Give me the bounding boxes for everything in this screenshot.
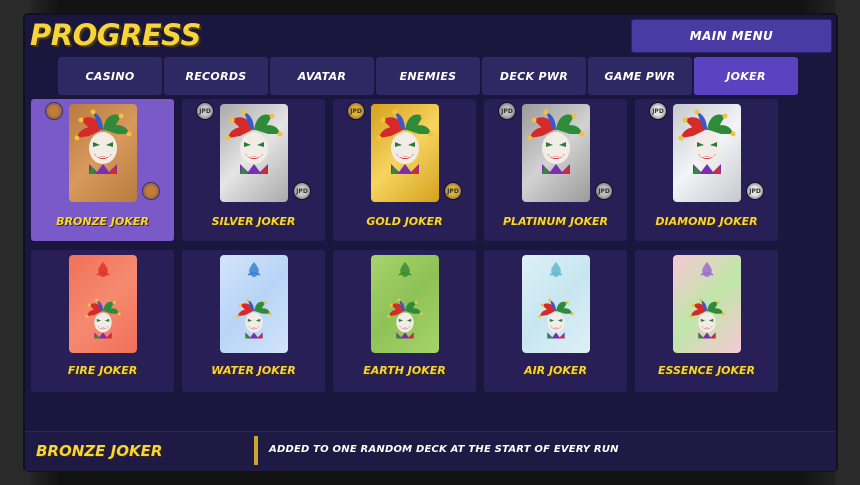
joker-card-label: AIR JOKER — [524, 364, 587, 377]
air-icon — [546, 261, 566, 279]
platinum-joker-card-image — [522, 104, 590, 202]
joker-card-label: BRONZE JOKER — [56, 215, 149, 228]
joker-card-label: GOLD JOKER — [366, 215, 443, 228]
selected-joker-description: ADDED TO ONE RANDOM DECK AT THE START OF… — [269, 444, 619, 455]
selected-joker-name: BRONZE JOKER — [36, 442, 163, 460]
tab-joker[interactable]: JOKER — [694, 57, 798, 95]
fire-icon — [93, 261, 113, 279]
joker-grid: BRONZE JOKER JPD JPD SILVER JOKER JPD JPD GO… — [31, 99, 791, 397]
essence-icon — [697, 261, 717, 279]
medal-icon: JPD — [650, 103, 666, 119]
joker-card-fire[interactable]: FIRE JOKER — [31, 250, 174, 392]
joker-card-label: FIRE JOKER — [67, 364, 138, 377]
joker-card-water[interactable]: WATER JOKER — [182, 250, 325, 392]
progress-panel: PROGRESS MAIN MENU CASINO RECORDS AVATAR… — [25, 15, 836, 471]
tab-enemies[interactable]: ENEMIES — [376, 57, 480, 95]
earth-icon — [395, 261, 415, 279]
earth-joker-card-image — [371, 255, 439, 353]
medal-icon: JPD — [348, 103, 364, 119]
detail-divider — [254, 436, 258, 465]
air-joker-card-image — [522, 255, 590, 353]
bronze-joker-card-image — [69, 104, 137, 202]
detail-bar: BRONZE JOKER ADDED TO ONE RANDOM DECK AT… — [25, 431, 836, 471]
medal-icon: JPD — [197, 103, 213, 119]
fire-joker-card-image — [69, 255, 137, 353]
medal-icon: JPD — [445, 183, 461, 199]
joker-card-label: PLATINUM JOKER — [503, 215, 608, 228]
joker-card-diamond[interactable]: JPD JPD DIAMOND JOKER — [635, 99, 778, 241]
joker-card-label: EARTH JOKER — [363, 364, 446, 377]
joker-card-label: DIAMOND JOKER — [655, 215, 758, 228]
tab-deck-pwr[interactable]: DECK PWR — [482, 57, 586, 95]
medal-icon: JPD — [747, 183, 763, 199]
joker-card-label: WATER JOKER — [211, 364, 296, 377]
medal-icon: JPD — [499, 103, 515, 119]
tab-game-pwr[interactable]: GAME PWR — [588, 57, 692, 95]
medal-icon: JPD — [294, 183, 310, 199]
joker-card-platinum[interactable]: JPD JPD PLATINUM JOKER — [484, 99, 627, 241]
water-joker-card-image — [220, 255, 288, 353]
joker-card-label: ESSENCE JOKER — [657, 364, 756, 377]
diamond-joker-card-image — [673, 104, 741, 202]
joker-card-bronze[interactable]: BRONZE JOKER — [31, 99, 174, 241]
medal-icon — [143, 183, 159, 199]
page-title: PROGRESS — [30, 18, 201, 52]
tab-casino[interactable]: CASINO — [58, 57, 162, 95]
medal-icon — [46, 103, 62, 119]
joker-card-gold[interactable]: JPD JPD GOLD JOKER — [333, 99, 476, 241]
medal-icon: JPD — [596, 183, 612, 199]
tab-records[interactable]: RECORDS — [164, 57, 268, 95]
joker-card-earth[interactable]: EARTH JOKER — [333, 250, 476, 392]
gold-joker-card-image — [371, 104, 439, 202]
water-icon — [244, 261, 264, 279]
joker-card-label: SILVER JOKER — [211, 215, 296, 228]
joker-card-silver[interactable]: JPD JPD SILVER JOKER — [182, 99, 325, 241]
tab-bar: CASINO RECORDS AVATAR ENEMIES DECK PWR G… — [58, 57, 798, 95]
joker-card-air[interactable]: AIR JOKER — [484, 250, 627, 392]
silver-joker-card-image — [220, 104, 288, 202]
tab-avatar[interactable]: AVATAR — [270, 57, 374, 95]
essence-joker-card-image — [673, 255, 741, 353]
joker-card-essence[interactable]: ESSENCE JOKER — [635, 250, 778, 392]
background-right-edge — [836, 0, 860, 485]
main-menu-button[interactable]: MAIN MENU — [631, 19, 832, 53]
